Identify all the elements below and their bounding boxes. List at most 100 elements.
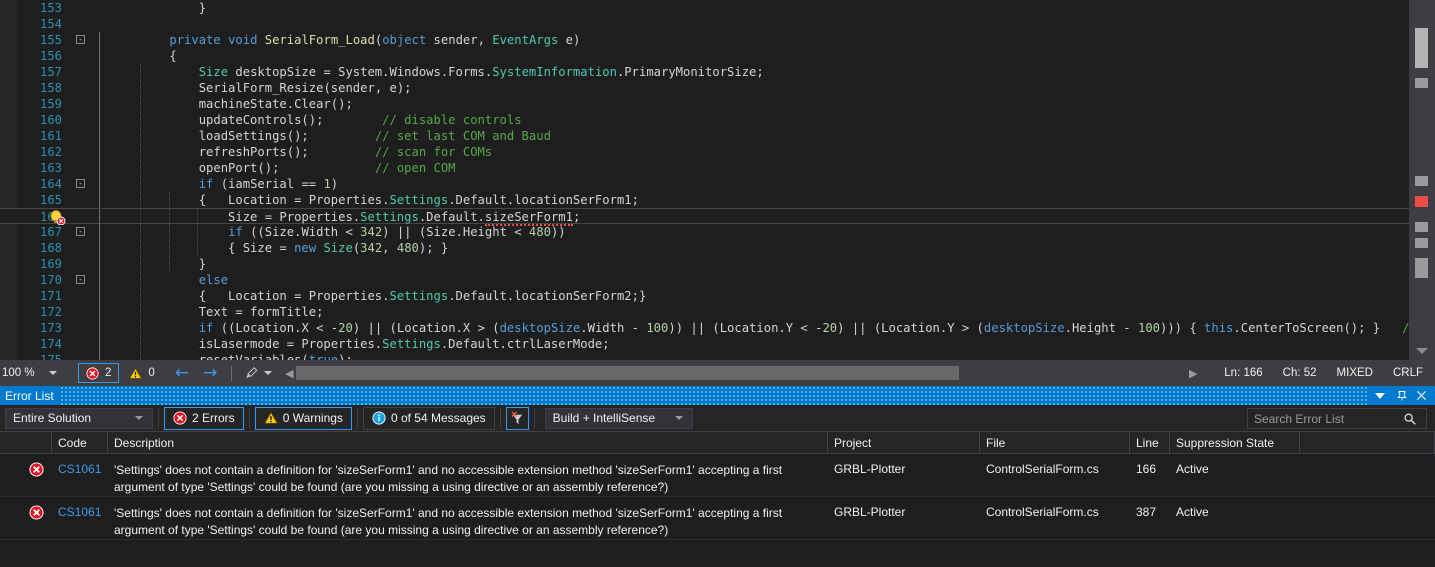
scope-dropdown[interactable]: Entire Solution (5, 407, 153, 429)
hscroll-track[interactable] (296, 366, 1187, 380)
code-line[interactable]: 171 { Location = Properties.Settings.Def… (0, 288, 1409, 304)
code-text: } (140, 0, 206, 16)
code-token: } (140, 257, 207, 271)
code-line[interactable]: 170 - else (0, 272, 1409, 288)
error-list-title-bar[interactable]: Error List (0, 386, 1435, 405)
code-token: // open COM (374, 161, 456, 175)
code-line[interactable]: 161 loadSettings(); // set last COM and … (0, 128, 1409, 144)
error-list-toolbar[interactable]: Entire Solution 2 Errors 0 Warnings 0 of… (0, 405, 1435, 432)
scroll-down-arrow[interactable] (1416, 348, 1428, 354)
build-filter-dropdown[interactable]: Build + IntelliSense (544, 407, 693, 429)
column-header[interactable]: Project (828, 431, 980, 454)
navigate-forward-icon[interactable]: → (203, 364, 217, 382)
code-line[interactable]: 173 if ((Location.X < -20) || (Location.… (0, 320, 1435, 336)
code-line[interactable]: 157 Size desktopSize = System.Windows.Fo… (0, 64, 1409, 80)
code-line[interactable]: 169 } (0, 256, 1409, 272)
error-line: 387 (1136, 505, 1157, 519)
code-line[interactable]: 155 - private void SerialForm_Load(object… (0, 32, 1409, 48)
error-count-indicator[interactable]: 2 (78, 363, 120, 383)
column-header[interactable]: Suppression State (1170, 431, 1300, 454)
code-token: ) || (Size.Height < (382, 225, 529, 239)
column-header[interactable]: Description (108, 431, 828, 454)
brush-icon (246, 367, 258, 379)
code-line[interactable]: 162 refreshPorts(); // scan for COMs (0, 144, 1409, 160)
code-line[interactable]: 164 - if (iamSerial == 1) (0, 176, 1409, 192)
warning-count-indicator[interactable]: 0 (123, 363, 160, 383)
code-line[interactable]: 165 { Location = Properties.Settings.Def… (0, 192, 1409, 208)
editor-vertical-scrollbar[interactable] (1409, 0, 1435, 360)
code-token: .Width - (580, 321, 647, 335)
code-text: if ((Size.Width < 342) || (Size.Height <… (140, 224, 566, 240)
code-line[interactable]: 153 } (0, 0, 1409, 16)
error-suppression: Active (1176, 505, 1209, 519)
chevron-down-icon[interactable] (264, 371, 273, 375)
format-brush-button[interactable] (244, 366, 273, 380)
fold-toggle-icon[interactable]: - (76, 275, 85, 284)
chevron-down-icon[interactable] (135, 416, 143, 420)
code-token: Size (323, 241, 353, 255)
toolbar-separator (158, 408, 159, 428)
error-list-rows[interactable]: CS1061 'Settings' does not contain a defi… (0, 454, 1435, 567)
title-drag-handle[interactable] (59, 386, 1369, 405)
code-token: if (198, 321, 214, 335)
column-header[interactable]: Line (1130, 431, 1170, 454)
column-header[interactable]: Code (52, 431, 108, 454)
search-error-list-box[interactable]: Search Error List (1247, 408, 1427, 429)
code-line[interactable]: 158 SerialForm_Resize(sender, e); (0, 80, 1409, 96)
column-header[interactable] (0, 431, 52, 454)
table-row[interactable]: CS1061 'Settings' does not contain a defi… (0, 497, 1435, 540)
code-lines-container[interactable]: 153 } 154 155- private void SerialForm_Loa… (0, 0, 1435, 360)
code-line[interactable]: 168 { Size = new Size(342, 480); } (0, 240, 1409, 256)
scroll-right-arrow[interactable]: ▶ (1186, 367, 1200, 380)
line-number: 162 (39, 145, 62, 159)
search-icon[interactable] (1403, 412, 1417, 426)
vscroll-thumb[interactable] (1415, 28, 1428, 68)
code-line[interactable]: 172 Text = formTitle; (0, 304, 1409, 320)
table-row[interactable]: CS1061 'Settings' does not contain a defi… (0, 454, 1435, 497)
line-ending-indicator: CRLF (1392, 367, 1423, 379)
code-line[interactable]: 160 updateControls(); // disable control… (0, 112, 1409, 128)
code-token: (sender, e); (323, 81, 412, 95)
code-line[interactable]: 163 openPort(); // open COM (0, 160, 1409, 176)
close-icon[interactable] (1413, 386, 1435, 405)
line-number: 175 (39, 353, 62, 360)
hscroll-thumb[interactable] (296, 366, 960, 380)
code-line[interactable]: 166 Size = Properties.Settings.Default.s… (0, 208, 1409, 226)
errors-filter-label: 2 Errors (192, 411, 235, 425)
code-line[interactable]: 156 { (0, 48, 1409, 64)
code-token: loadSettings(); (140, 129, 375, 143)
code-line[interactable]: 159 machineState.Clear(); (0, 96, 1409, 112)
zoom-control[interactable]: 100 % (0, 367, 72, 379)
chevron-down-icon[interactable] (48, 371, 57, 375)
fold-toggle-icon[interactable]: - (76, 35, 85, 44)
lightbulb-error-icon[interactable] (48, 210, 70, 226)
error-list-header-row[interactable]: Code Description Project File Line Suppressio… (0, 431, 1435, 454)
line-number: 170 (39, 273, 62, 287)
fold-toggle-icon[interactable]: - (76, 179, 85, 188)
scroll-left-arrow[interactable]: ◀ (282, 367, 296, 380)
fold-toggle-icon[interactable]: - (76, 227, 85, 236)
code-line[interactable]: 167 - if ((Size.Width < 342) || (Size.Hei… (0, 224, 1409, 240)
pin-icon[interactable] (1391, 386, 1413, 405)
error-list-table[interactable]: Code Description Project File Line Suppressio… (0, 431, 1435, 567)
chevron-down-icon[interactable] (674, 416, 683, 420)
messages-filter-button[interactable]: 0 of 54 Messages (362, 406, 495, 430)
navigate-back-icon[interactable]: ← (175, 364, 189, 382)
code-text: Text = formTitle; (140, 304, 324, 320)
code-editor[interactable]: 153 } 154 155- private void SerialForm_Loa… (0, 0, 1435, 360)
code-token: else (198, 273, 229, 287)
warnings-filter-button[interactable]: 0 Warnings (254, 406, 352, 430)
code-text: isLasermode = Properties.Settings.Defaul… (140, 336, 610, 352)
errors-filter-button[interactable]: 2 Errors (164, 406, 244, 430)
code-line[interactable]: 174 isLasermode = Properties.Settings.De… (0, 336, 1409, 352)
code-token: .PrimaryMonitorSize; (616, 65, 764, 79)
panel-menu-icon[interactable] (1369, 386, 1391, 405)
code-line[interactable]: 175 resetVariables(true); (0, 352, 1409, 360)
code-line[interactable]: 154 (0, 16, 1409, 32)
indent-guides (0, 48, 1409, 64)
toolbar-separator (533, 408, 535, 428)
editor-horizontal-scrollbar[interactable]: ◀ ▶ (282, 365, 1200, 381)
code-token: Settings (360, 210, 419, 224)
column-header[interactable]: File (980, 431, 1130, 454)
clear-filter-button[interactable] (505, 406, 529, 430)
